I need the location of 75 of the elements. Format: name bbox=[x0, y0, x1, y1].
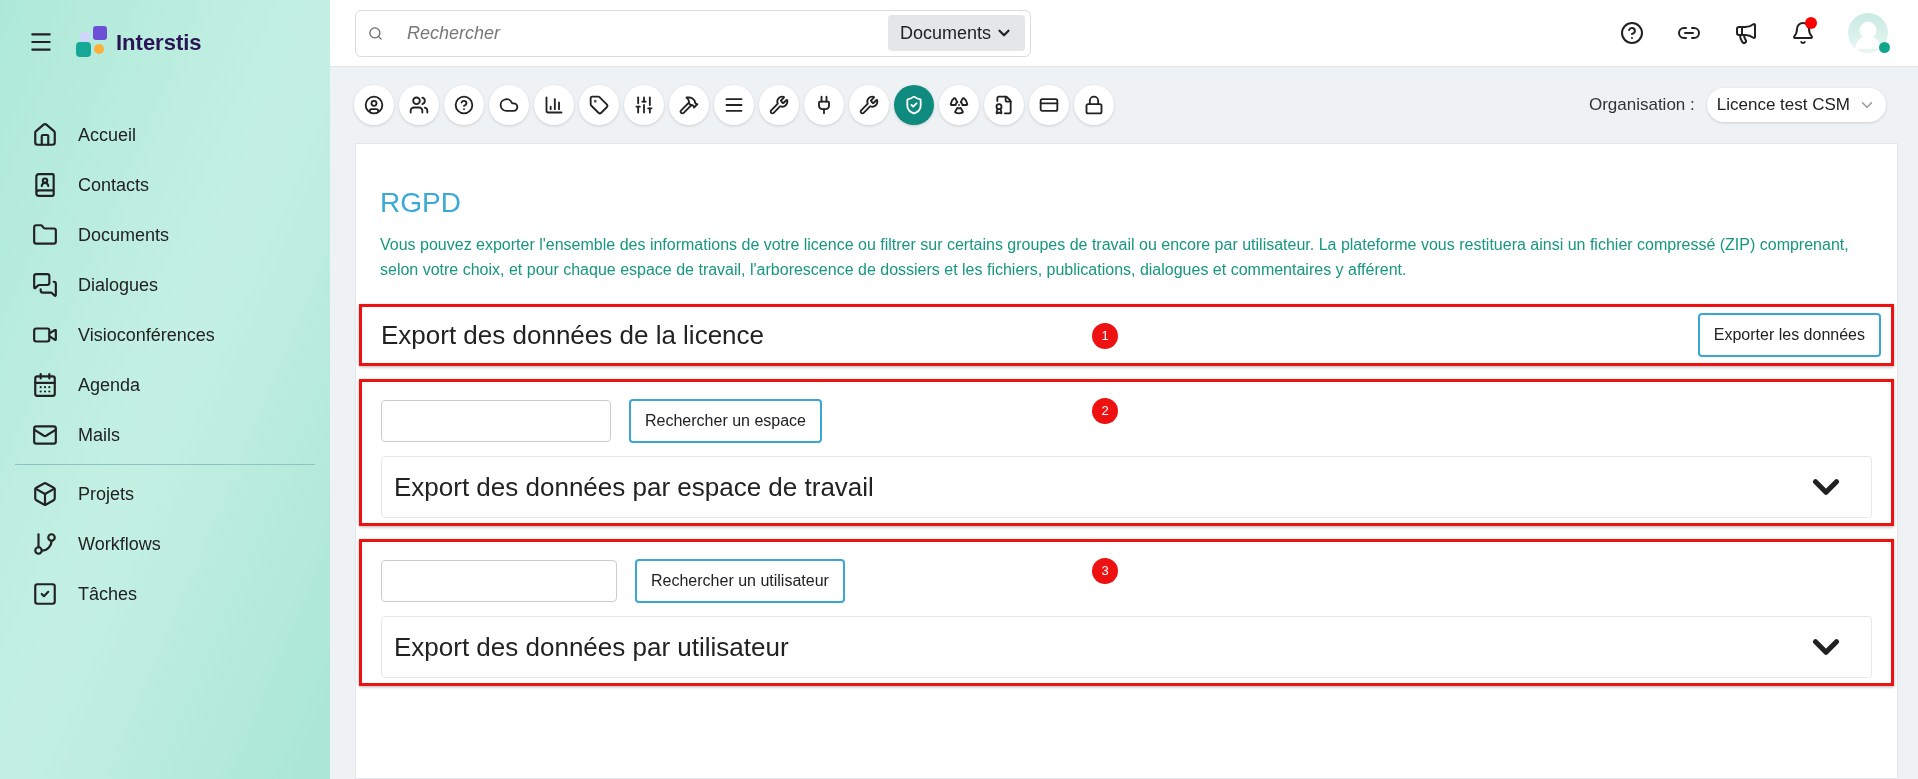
folder-icon bbox=[32, 222, 58, 248]
chat-bubbles-icon bbox=[32, 272, 58, 298]
toolbar-button[interactable] bbox=[354, 85, 394, 125]
avatar[interactable] bbox=[1848, 13, 1888, 53]
checkbox-icon bbox=[32, 581, 58, 607]
hammer-icon bbox=[679, 95, 699, 115]
page-title: RGPD bbox=[380, 186, 462, 220]
wrench-icon bbox=[859, 95, 879, 115]
toolbar-button[interactable] bbox=[579, 85, 619, 125]
sidebar-item[interactable]: Dialogues bbox=[0, 260, 330, 310]
sidebar-item[interactable]: Documents bbox=[0, 210, 330, 260]
page-description: Vous pouvez exporter l'ensemble des informations de votre licence ou filtrer sur certains groupes de travail ou encore par utilisateur. La plateforme vous restituera ainsi un fichier compressé (ZIP) comprenant, selon votre choix, et pour chaque espace de travail, l'arborescence de dossiers et les fichiers, publications, dialogues et commentaires y afférent. bbox=[380, 235, 1850, 280]
toolbar-button[interactable] bbox=[804, 85, 844, 125]
toolbar-button[interactable] bbox=[1029, 85, 1069, 125]
annotation-badge: 3 bbox=[1092, 558, 1118, 584]
toolbar-button[interactable] bbox=[849, 85, 889, 125]
bar-chart-icon bbox=[544, 95, 564, 115]
users-icon bbox=[409, 95, 429, 115]
toolbar-button[interactable] bbox=[714, 85, 754, 125]
search-button[interactable]: Rechercher un espace bbox=[629, 399, 822, 443]
accordion-header[interactable]: Export des données par espace de travail bbox=[381, 456, 1872, 518]
sidebar-item[interactable]: Projets bbox=[15, 469, 315, 519]
tools-icon bbox=[769, 95, 789, 115]
sidebar-item[interactable]: Agenda bbox=[0, 360, 330, 410]
toolbar-button[interactable] bbox=[624, 85, 664, 125]
toolbar-button[interactable] bbox=[759, 85, 799, 125]
toolbar-button[interactable] bbox=[939, 85, 979, 125]
help-icon bbox=[454, 95, 474, 115]
user-circle-icon bbox=[364, 95, 384, 115]
home-icon bbox=[32, 122, 58, 148]
sliders-icon bbox=[634, 95, 654, 115]
search-button[interactable]: Rechercher un utilisateur bbox=[635, 559, 845, 603]
sidebar-item[interactable]: Workflows bbox=[15, 519, 315, 569]
sidebar-item[interactable]: Contacts bbox=[0, 160, 330, 210]
certificate-icon bbox=[994, 95, 1014, 115]
envelope-icon bbox=[32, 422, 58, 448]
organisation-label: Organisation : bbox=[1588, 94, 1695, 117]
calendar-icon bbox=[32, 372, 58, 398]
scope-dropdown[interactable]: Documents bbox=[887, 15, 1025, 51]
cloud-icon bbox=[499, 95, 519, 115]
logo-icon bbox=[76, 26, 108, 58]
cube-icon bbox=[32, 481, 58, 507]
search-icon bbox=[368, 25, 383, 41]
radiation-icon bbox=[949, 95, 969, 115]
lock-icon bbox=[1084, 95, 1104, 115]
search-field[interactable]: Rechercher Documents bbox=[355, 9, 1031, 57]
help-icon[interactable] bbox=[1620, 21, 1644, 45]
list-icon bbox=[724, 95, 744, 115]
megaphone-icon[interactable] bbox=[1734, 21, 1758, 45]
section-title: Export des données de la licence bbox=[381, 318, 765, 352]
tag-icon bbox=[589, 95, 609, 115]
contact-book-icon bbox=[32, 172, 58, 198]
sidebar-item[interactable]: Accueil bbox=[0, 110, 330, 160]
shield-check-icon bbox=[904, 95, 924, 115]
toolbar-button[interactable] bbox=[984, 85, 1024, 125]
branch-icon bbox=[32, 531, 58, 557]
sidebar-item[interactable]: Mails bbox=[0, 410, 330, 460]
accordion-header[interactable]: Export des données par utilisateur bbox=[381, 616, 1872, 678]
toolbar-button[interactable] bbox=[444, 85, 484, 125]
toolbar-button[interactable] bbox=[399, 85, 439, 125]
sidebar-item[interactable]: Tâches bbox=[15, 569, 315, 619]
app-name: Interstis bbox=[116, 28, 202, 57]
toolbar-button[interactable] bbox=[1074, 85, 1114, 125]
toolbar-button[interactable] bbox=[534, 85, 574, 125]
sidebar-item[interactable]: Visioconférences bbox=[0, 310, 330, 360]
organisation-select[interactable]: Licence test CSM bbox=[1706, 88, 1886, 122]
annotation-badge: 1 bbox=[1092, 323, 1118, 349]
toolbar-button[interactable] bbox=[489, 85, 529, 125]
annotation-badge: 2 bbox=[1092, 398, 1118, 424]
toolbar-button[interactable] bbox=[669, 85, 709, 125]
search-input[interactable] bbox=[381, 400, 611, 442]
card-icon bbox=[1039, 95, 1059, 115]
export-button[interactable]: Exporter les données bbox=[1697, 313, 1881, 357]
search-input[interactable] bbox=[381, 560, 617, 602]
bell-icon[interactable] bbox=[1791, 21, 1815, 45]
